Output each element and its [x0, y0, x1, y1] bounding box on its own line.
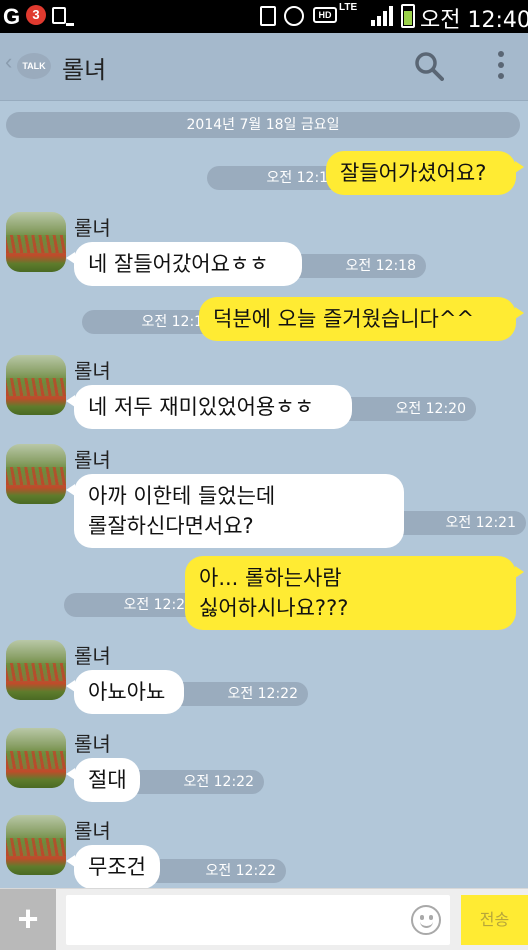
- message-timestamp: 오전 12:20: [336, 397, 476, 421]
- search-icon[interactable]: [414, 51, 444, 81]
- message-line: 롤잘하신다면서요?: [88, 514, 254, 538]
- chevron-left-icon[interactable]: ‹: [5, 49, 12, 75]
- sender-name: 롤녀: [74, 448, 111, 472]
- carrier-logo: G: [3, 4, 21, 29]
- chat-header: ‹ TALK 롤녀: [0, 33, 528, 101]
- chat-title: 롤녀: [62, 56, 107, 84]
- send-button[interactable]: 전송: [461, 895, 528, 945]
- incoming-message-bubble[interactable]: 네 저두 재미있었어용ㅎㅎ: [66, 385, 352, 429]
- avatar[interactable]: [6, 640, 66, 700]
- sender-name: 롤녀: [74, 732, 111, 756]
- avatar[interactable]: [6, 212, 66, 272]
- message-input[interactable]: [66, 895, 450, 945]
- more-vertical-icon[interactable]: [494, 51, 508, 85]
- message-timestamp: 오전 12:22: [146, 859, 286, 883]
- incoming-message-bubble[interactable]: 무조건: [66, 845, 160, 889]
- date-divider: 2014년 7월 18일 금요일: [6, 112, 520, 138]
- avatar[interactable]: [6, 444, 66, 504]
- sender-name: 롤녀: [74, 819, 111, 843]
- sender-name: 롤녀: [74, 216, 111, 240]
- phone-icon: [260, 6, 276, 26]
- status-clock: 오전 12:40: [420, 8, 528, 33]
- alarm-icon: [284, 6, 304, 26]
- message-timestamp: 오전 12:22: [168, 682, 308, 706]
- talk-icon[interactable]: TALK: [17, 53, 51, 79]
- incoming-message-bubble[interactable]: 절대: [66, 758, 140, 802]
- image-icon: [52, 7, 74, 26]
- message-timestamp: 오전 12:18: [286, 254, 426, 278]
- message-line: 아까 이한테 들었는데: [88, 484, 276, 508]
- message-line: 싫어하시나요???: [199, 596, 349, 620]
- input-bar: + 전송: [0, 888, 528, 950]
- status-bar: G 3 HD LTE 오전 12:40: [0, 0, 528, 33]
- incoming-message-bubble[interactable]: 아까 이한테 들었는데 롤잘하신다면서요?: [66, 474, 404, 548]
- outgoing-message-bubble[interactable]: 덕분에 오늘 즐거웠습니다^^: [199, 297, 524, 341]
- outgoing-message-bubble[interactable]: 잘들어가셨어요?: [326, 151, 524, 195]
- outgoing-message-bubble[interactable]: 아... 롤하는사람 싫어하시나요???: [185, 556, 524, 630]
- message-timestamp: 오전 12:21: [386, 511, 526, 535]
- avatar[interactable]: [6, 728, 66, 788]
- incoming-message-bubble[interactable]: 네 잘들어갔어요ㅎㅎ: [66, 242, 302, 286]
- sender-name: 롤녀: [74, 359, 111, 383]
- smiley-icon[interactable]: [411, 905, 441, 935]
- lte-icon: LTE: [339, 2, 358, 13]
- attach-plus-button[interactable]: +: [0, 889, 56, 950]
- incoming-message-bubble[interactable]: 아뇨아뇨: [66, 670, 184, 714]
- notification-badge: 3: [26, 5, 46, 25]
- message-line: 아... 롤하는사람: [199, 566, 342, 590]
- avatar[interactable]: [6, 815, 66, 875]
- avatar[interactable]: [6, 355, 66, 415]
- message-timestamp: 오전 12:22: [124, 770, 264, 794]
- signal-icon: [371, 6, 393, 26]
- battery-icon: [401, 4, 415, 28]
- message-timestamp: 오전 12:22: [64, 593, 204, 617]
- sender-name: 롤녀: [74, 644, 111, 668]
- hd-icon: HD: [313, 7, 337, 23]
